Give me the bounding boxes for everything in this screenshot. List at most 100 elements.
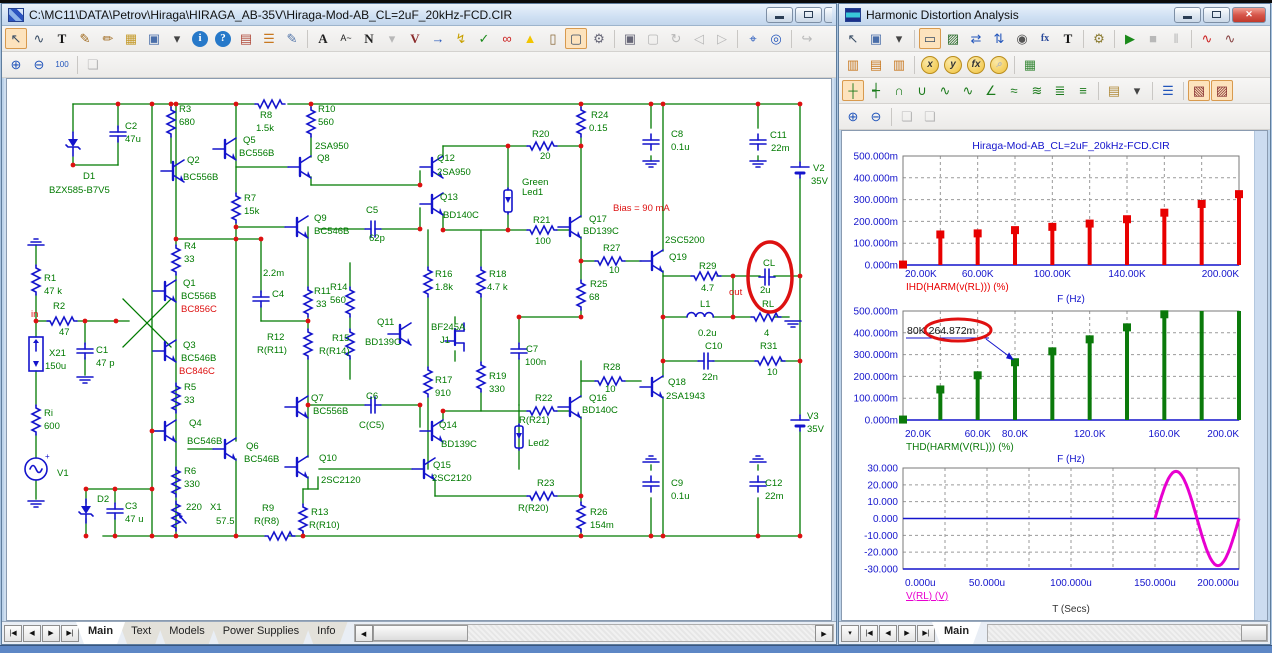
tab-models[interactable]: Models [157, 622, 216, 644]
clipboard-dropdown-icon[interactable]: ▾ [1126, 80, 1148, 101]
align-cursors-icon[interactable]: ▧ [1188, 80, 1210, 101]
all-branches-icon[interactable]: ≣ [1049, 80, 1071, 101]
show-node-voltages-icon[interactable]: V [404, 28, 426, 49]
plot-layout-horizontal-icon[interactable]: ▤ [865, 54, 887, 75]
clipboard-icon[interactable]: ▤ [1103, 80, 1125, 101]
line-draw-icon[interactable]: ✎ [74, 28, 96, 49]
info-icon[interactable]: i [192, 30, 208, 47]
analysis-close-button[interactable]: ✕ [1232, 6, 1266, 23]
next-branch-icon[interactable]: ≈ [1003, 80, 1025, 101]
zoom-in-icon[interactable]: ⊕ [5, 54, 27, 75]
analysis-scroll-thumb[interactable] [1241, 625, 1267, 641]
last-page-button[interactable]: ▶| [61, 624, 79, 642]
prev-plot-button[interactable]: ◀ [879, 624, 897, 642]
scroll-thumb[interactable] [372, 625, 468, 641]
scroll-track[interactable] [467, 625, 815, 641]
go-to-high-icon[interactable]: ∿ [934, 80, 956, 101]
cursor-horizontal-icon[interactable]: ┼ [842, 80, 864, 101]
text-mode-icon[interactable]: T [51, 28, 73, 49]
tab-power-supplies[interactable]: Power Supplies [211, 622, 311, 644]
edit-page-icon[interactable]: ✎ [281, 28, 303, 49]
run-icon[interactable]: ▶ [1119, 28, 1141, 49]
zoom-out-icon[interactable]: ⊖ [28, 54, 50, 75]
envelope-icon[interactable]: ≡ [1072, 80, 1094, 101]
go-to-peak-icon[interactable]: ∩ [888, 80, 910, 101]
data-points-icon[interactable]: ∿ [1196, 28, 1218, 49]
warning-icon[interactable]: ▲ [519, 28, 541, 49]
analysis-plot-area[interactable]: 500.000m 400.000m 300.000m 200.000m 100.000m… [841, 130, 1268, 621]
scale-y-icon[interactable]: ⇅ [988, 28, 1010, 49]
analysis-scroll-track[interactable] [988, 625, 1241, 641]
x-axis-settings-icon[interactable]: x [921, 55, 939, 74]
help-icon[interactable]: ? [215, 30, 231, 47]
analysis-maximize-button[interactable] [1203, 6, 1230, 23]
zoom-select-mode-icon[interactable]: ▭ [919, 28, 941, 49]
box-select-icon[interactable]: ▣ [619, 28, 641, 49]
component-info-icon[interactable]: ▤ [235, 28, 257, 49]
zoom-in-icon[interactable]: ⊕ [842, 106, 864, 127]
show-pin-connections-icon[interactable]: ∞ [496, 28, 518, 49]
branch-compare-icon[interactable]: ≋ [1026, 80, 1048, 101]
plot-layout-vertical-icon[interactable]: ▥ [842, 54, 864, 75]
first-plot-button[interactable]: |◀ [860, 624, 878, 642]
numeric-output-icon[interactable]: ☰ [1157, 80, 1179, 101]
schematic-canvas[interactable]: + C2 47u D1 BZX585-B7V5 R3 680 R8 1.5k R10 560 2SA9… [6, 78, 832, 621]
tab-main[interactable]: Main [932, 622, 981, 644]
show-currents-icon[interactable]: → [427, 28, 449, 49]
scroll-right-button[interactable]: ▶ [815, 625, 833, 642]
show-attributes-icon[interactable]: A [312, 28, 334, 49]
tab-main[interactable]: Main [76, 622, 125, 644]
plot-select-dropdown[interactable]: ▾ [841, 624, 859, 642]
schematic-hscrollbar[interactable]: ◀ ▶ [353, 624, 834, 642]
next-plot-button[interactable]: ▶ [898, 624, 916, 642]
analysis-titlebar[interactable]: Harmonic Distortion Analysis ✕ [839, 4, 1270, 26]
find-icon[interactable]: ⌖ [742, 28, 764, 49]
plot-properties-icon[interactable]: ⚙ [1088, 28, 1110, 49]
tab-info[interactable]: Info [305, 622, 347, 644]
component-picture-icon[interactable]: ▦ [120, 28, 142, 49]
schematic-drawing[interactable]: + C2 47u D1 BZX585-B7V5 R3 680 R8 1.5k R10 560 2SA9… [7, 79, 832, 617]
tab-text[interactable]: Text [119, 622, 163, 644]
close-button-partial[interactable] [824, 6, 832, 23]
select-cursor-icon[interactable]: ↖ [5, 28, 27, 49]
first-page-button[interactable]: |◀ [4, 624, 22, 642]
scroll-left-button[interactable]: ◀ [354, 625, 373, 642]
properties-icon[interactable]: ⚙ [588, 28, 610, 49]
analysis-minimize-button[interactable] [1174, 6, 1201, 23]
select-cursor-icon[interactable]: ↖ [842, 28, 864, 49]
prev-page-button[interactable]: ◀ [23, 624, 41, 642]
info-pages-icon[interactable]: ☰ [258, 28, 280, 49]
wire-mode-icon[interactable]: ∿ [28, 28, 50, 49]
shape-tool-icon[interactable]: ▣ [143, 28, 165, 49]
show-power-icon[interactable]: ↯ [450, 28, 472, 49]
analysis-hscrollbar[interactable] [987, 624, 1268, 642]
analysis-charts[interactable]: 500.000m 400.000m 300.000m 200.000m 100.000m… [842, 131, 1256, 615]
point-tag-icon[interactable]: ◉ [1011, 28, 1033, 49]
show-node-numbers-icon[interactable]: N [358, 28, 380, 49]
shapes-icon[interactable]: ▣ [865, 28, 887, 49]
show-conditions-icon[interactable]: ✓ [473, 28, 495, 49]
plot-text-mode-icon[interactable]: T [1057, 28, 1079, 49]
zoom-out-icon[interactable]: ⊖ [865, 106, 887, 127]
shape-dropdown-icon[interactable]: ▾ [166, 28, 188, 49]
select-region-icon[interactable]: ▢ [565, 28, 587, 49]
y-axis-settings-icon[interactable]: y [944, 55, 962, 74]
go-to-low-icon[interactable]: ∿ [957, 80, 979, 101]
next-page-button[interactable]: ▶ [42, 624, 60, 642]
diagonal-wire-icon[interactable]: ✏ [97, 28, 119, 49]
plot-layout-single-icon[interactable]: ▥ [888, 54, 910, 75]
scale-x-icon[interactable]: ⇄ [965, 28, 987, 49]
maximize-button[interactable] [795, 6, 822, 23]
shapes-dropdown-icon[interactable]: ▾ [888, 28, 910, 49]
new-page-icon[interactable]: ▯ [542, 28, 564, 49]
show-values-icon[interactable]: A~ [335, 28, 357, 49]
last-plot-button[interactable]: ▶| [917, 624, 935, 642]
go-to-inflection-icon[interactable]: ∠ [980, 80, 1002, 101]
cursor-vertical-icon[interactable]: ┽ [865, 80, 887, 101]
edit-grid-icon[interactable]: ▦ [1019, 54, 1041, 75]
tokens-icon[interactable]: ∿ [1219, 28, 1241, 49]
minimize-button[interactable] [766, 6, 793, 23]
fx-mode-icon[interactable]: fx [1034, 28, 1056, 49]
find-next-icon[interactable]: ◎ [765, 28, 787, 49]
go-to-valley-icon[interactable]: ∪ [911, 80, 933, 101]
